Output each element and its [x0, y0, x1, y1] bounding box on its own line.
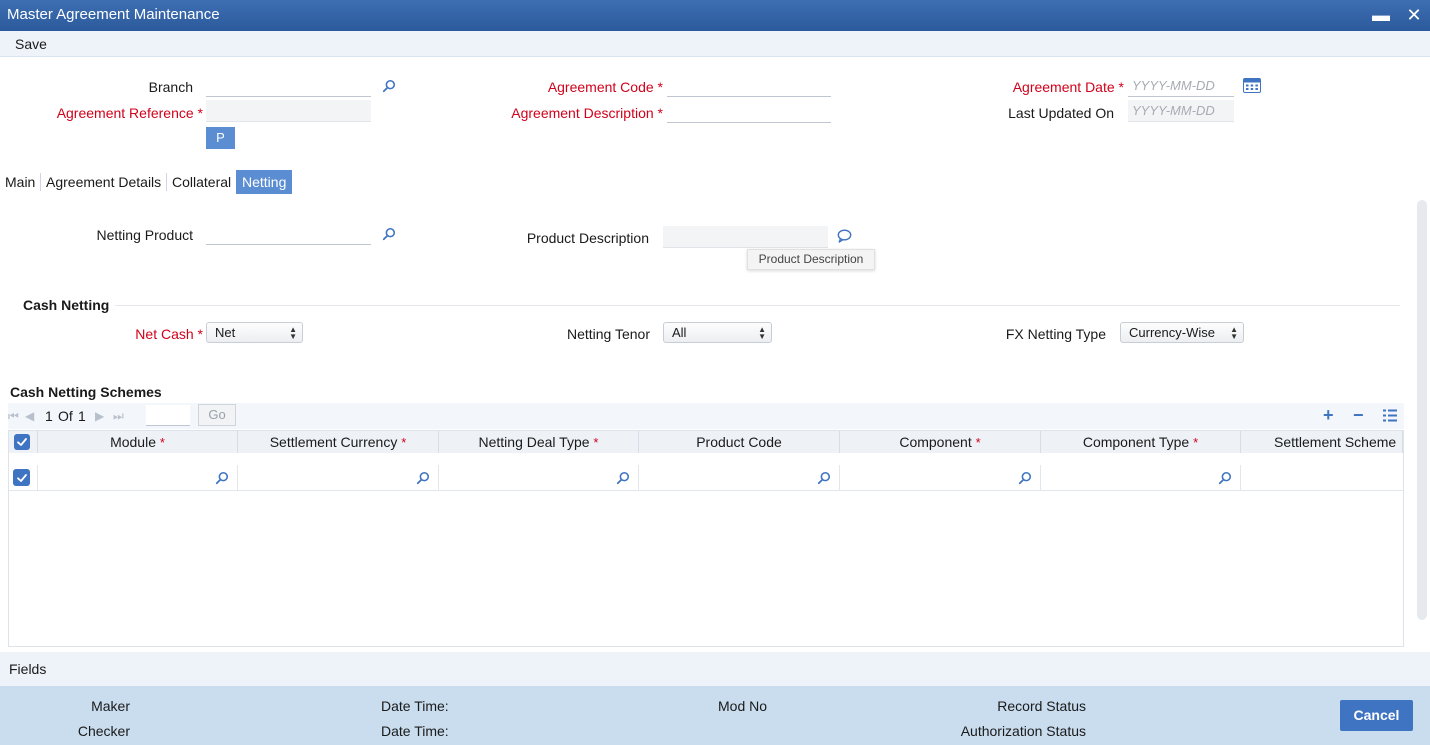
agreement-description-input[interactable] [667, 101, 831, 123]
component-type-cell[interactable] [1041, 465, 1241, 491]
vertical-scrollbar[interactable] [1417, 200, 1427, 620]
agreement-reference-input[interactable] [206, 100, 371, 122]
title-bar: Master Agreement Maintenance ▬ ✕ [0, 0, 1430, 31]
delete-row-icon[interactable]: − [1353, 405, 1364, 426]
next-page-icon[interactable]: ▶ [95, 409, 104, 423]
net-cash-select[interactable]: Net ▲ ▼ [206, 322, 303, 343]
close-icon[interactable]: ✕ [1402, 3, 1426, 27]
fx-netting-type-value: Currency-Wise [1129, 325, 1215, 340]
tab-main[interactable]: Main [5, 170, 35, 194]
maker-date-time-label: Date Time: [381, 698, 449, 714]
component-search-icon[interactable] [1018, 471, 1032, 485]
branch-search-icon[interactable] [382, 79, 396, 93]
column-header-component[interactable]: Component * [840, 431, 1041, 453]
agreement-date-input[interactable] [1128, 75, 1234, 97]
p-button[interactable]: P [206, 127, 235, 149]
column-header-product-code[interactable]: Product Code [639, 431, 840, 453]
tab-separator [166, 173, 167, 191]
row-select-cell [9, 465, 38, 491]
column-header-netting-deal-type[interactable]: Netting Deal Type * [439, 431, 639, 453]
net-cash-label: Net Cash * [135, 326, 203, 342]
module-search-icon[interactable] [215, 471, 229, 485]
add-row-icon[interactable]: + [1323, 405, 1334, 426]
cash-netting-title: Cash Netting [23, 297, 110, 313]
product-description-input [663, 226, 828, 248]
list-view-icon[interactable] [1383, 409, 1397, 425]
fields-link[interactable]: Fields [9, 661, 46, 677]
tab-collateral[interactable]: Collateral [172, 170, 231, 194]
fields-bar: Fields [0, 652, 1430, 686]
row-checkbox[interactable] [13, 469, 30, 486]
checker-label: Checker [77, 723, 130, 739]
mod-no-label: Mod No [718, 698, 768, 714]
go-button[interactable]: Go [198, 404, 236, 426]
settlement-currency-search-icon[interactable] [416, 471, 430, 485]
minimize-icon[interactable]: ▬ [1369, 3, 1393, 27]
last-updated-label: Last Updated On [1008, 105, 1114, 121]
agreement-reference-label: Agreement Reference * [56, 105, 203, 121]
netting-tenor-value: All [672, 325, 687, 340]
netting-tenor-label: Netting Tenor [566, 326, 650, 342]
component-type-search-icon[interactable] [1218, 471, 1232, 485]
net-cash-value: Net [215, 325, 236, 340]
netting-product-search-icon[interactable] [382, 227, 396, 241]
agreement-code-label: Agreement Code * [547, 79, 663, 95]
select-arrows-icon: ▲ ▼ [758, 325, 766, 341]
netting-tenor-select[interactable]: All ▲ ▼ [663, 322, 772, 343]
settlement-scheme-cell[interactable] [1241, 465, 1403, 491]
prev-page-icon[interactable]: ◀ [25, 409, 34, 423]
last-updated-input [1128, 100, 1234, 122]
agreement-date-label: Agreement Date * [1012, 79, 1124, 95]
netting-deal-type-cell[interactable] [439, 465, 639, 491]
header-select-cell [9, 431, 38, 453]
record-status-label: Record Status [997, 698, 1086, 714]
netting-product-label: Netting Product [96, 227, 194, 243]
last-page-icon[interactable]: ⏭ [113, 409, 124, 424]
checker-date-time-label: Date Time: [381, 723, 449, 739]
toolbar: Save [0, 31, 1430, 57]
product-code-cell[interactable] [639, 465, 840, 491]
netting-deal-type-search-icon[interactable] [616, 471, 630, 485]
cash-netting-schemes-grid: Module * Settlement Currency * Netting D… [8, 430, 1404, 647]
agreement-code-input[interactable] [667, 75, 831, 97]
settlement-currency-cell[interactable] [238, 465, 439, 491]
page-number-input[interactable] [146, 405, 190, 426]
cancel-button[interactable]: Cancel [1340, 700, 1413, 731]
total-pages: 1 [78, 408, 86, 424]
branch-label: Branch [148, 79, 193, 95]
column-header-settlement-scheme[interactable]: Settlement Scheme [1241, 431, 1403, 453]
window-title: Master Agreement Maintenance [7, 6, 220, 23]
tab-separator [40, 173, 41, 191]
product-code-search-icon[interactable] [817, 471, 831, 485]
select-arrows-icon: ▲ ▼ [289, 325, 297, 341]
first-page-icon[interactable]: ⏮ [8, 409, 19, 424]
select-arrows-icon: ▲ ▼ [1230, 325, 1238, 341]
component-cell[interactable] [840, 465, 1041, 491]
calendar-icon[interactable] [1243, 77, 1261, 96]
fx-netting-type-label: FX Netting Type [1005, 326, 1106, 342]
column-header-component-type[interactable]: Component Type * [1041, 431, 1241, 453]
module-cell[interactable] [38, 465, 238, 491]
speech-bubble-icon[interactable] [837, 229, 852, 246]
save-button[interactable]: Save [15, 36, 47, 52]
maker-label: Maker [91, 698, 130, 714]
select-all-checkbox[interactable] [14, 434, 30, 450]
product-description-tooltip: Product Description [747, 249, 875, 270]
section-divider [115, 305, 1400, 306]
column-header-settlement-currency[interactable]: Settlement Currency * [238, 431, 439, 453]
product-description-label: Product Description [526, 230, 649, 246]
current-page: 1 [45, 408, 53, 424]
tab-netting[interactable]: Netting [236, 170, 293, 194]
netting-product-input[interactable] [206, 223, 371, 245]
cash-netting-schemes-title: Cash Netting Schemes [10, 384, 162, 400]
audit-footer [0, 686, 1430, 745]
authorization-status-label: Authorization Status [960, 723, 1086, 739]
tab-agreement-details[interactable]: Agreement Details [46, 170, 161, 194]
page-of-label: Of [58, 408, 73, 424]
fx-netting-type-select[interactable]: Currency-Wise ▲ ▼ [1120, 322, 1244, 343]
column-header-module[interactable]: Module * [38, 431, 238, 453]
agreement-description-label: Agreement Description * [511, 105, 663, 121]
branch-input[interactable] [206, 75, 371, 97]
